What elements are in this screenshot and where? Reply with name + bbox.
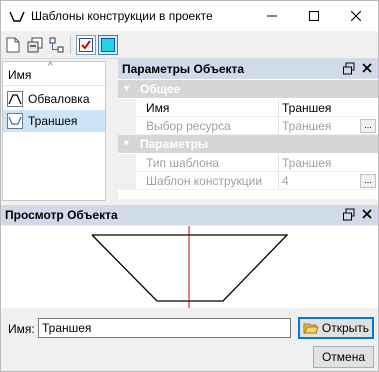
column-divider — [278, 99, 279, 117]
panel-close-icon[interactable] — [361, 208, 373, 220]
browse-resource-button[interactable]: ... — [360, 119, 376, 133]
list-item-embankment[interactable]: Обваловка — [3, 88, 105, 110]
title-bar: Шаблоны конструкции в проекте — [1, 1, 378, 31]
properties-title-bar: Параметры Объекта — [118, 59, 378, 79]
minimize-button[interactable] — [257, 1, 287, 31]
property-value: Траншея — [282, 156, 332, 170]
list-item-trench[interactable]: Траншея — [3, 110, 105, 132]
row-gutter — [118, 172, 136, 190]
property-name: Тип шаблона — [146, 156, 220, 170]
check-button[interactable] — [76, 35, 96, 55]
toolbar — [1, 31, 378, 59]
minimize-icon — [267, 15, 277, 17]
column-divider — [278, 117, 279, 135]
properties-panel: Параметры Объекта ▼ Общее Имя Траншея Вы… — [118, 59, 378, 199]
list-header[interactable]: ^ Имя — [3, 61, 105, 86]
trench-icon — [7, 113, 23, 129]
category-label: Общее — [140, 82, 181, 96]
float-window-icon[interactable] — [342, 62, 356, 76]
fill-icon — [101, 38, 115, 52]
category-parameters[interactable]: ▼ Параметры — [118, 135, 378, 153]
tree-icon — [49, 37, 64, 53]
embankment-icon — [7, 91, 23, 107]
cancel-button-label: Отмена — [321, 350, 366, 364]
properties-title: Параметры Объекта — [122, 62, 245, 76]
close-button[interactable] — [341, 1, 371, 31]
browse-template-button[interactable]: ... — [360, 174, 376, 188]
window-title: Шаблоны конструкции в проекте — [31, 9, 213, 23]
new-document-icon — [6, 37, 20, 53]
copy-icon — [27, 37, 43, 53]
open-button-label: Открыть — [321, 321, 370, 335]
maximize-button[interactable] — [299, 1, 329, 31]
toolbar-separator — [70, 36, 71, 54]
copy-button[interactable] — [25, 35, 45, 55]
dialog-window: Шаблоны конструкции в проекте ^ Имя Обва… — [0, 0, 379, 372]
app-icon — [9, 11, 25, 22]
property-name: Шаблон конструкции — [146, 174, 263, 188]
collapse-arrow-icon[interactable]: ▼ — [122, 83, 131, 93]
preview-title-bar: Просмотр Объекта — [1, 205, 378, 225]
property-row-name[interactable]: Имя Траншея — [118, 99, 378, 117]
name-label: Имя: — [8, 322, 35, 336]
row-gutter — [118, 154, 136, 172]
row-gutter — [118, 99, 136, 117]
float-window-icon[interactable] — [342, 208, 356, 222]
open-button[interactable]: Открыть — [298, 317, 374, 339]
folder-open-icon — [303, 323, 319, 334]
check-icon — [79, 38, 93, 52]
property-value: 4 — [282, 174, 289, 188]
category-general[interactable]: ▼ Общее — [118, 80, 378, 98]
property-row-template-type[interactable]: Тип шаблона Траншея — [118, 154, 378, 172]
column-divider — [278, 154, 279, 172]
property-row-resource[interactable]: Выбор ресурса Траншея ... — [118, 117, 378, 135]
name-input[interactable] — [38, 318, 291, 338]
new-button[interactable] — [3, 35, 23, 55]
maximize-icon — [309, 11, 319, 21]
template-list[interactable]: ^ Имя Обваловка Траншея — [2, 61, 106, 201]
sort-arrow-icon: ^ — [48, 61, 53, 72]
property-value: Траншея — [282, 119, 332, 133]
property-name: Имя — [146, 101, 170, 115]
category-label: Параметры — [140, 137, 209, 151]
column-divider — [278, 172, 279, 190]
fill-button[interactable] — [98, 35, 118, 55]
list-item-label: Обваловка — [28, 92, 90, 106]
property-value[interactable]: Траншея — [282, 101, 331, 115]
panel-close-icon[interactable] — [361, 62, 373, 74]
list-item-label: Траншея — [28, 114, 78, 128]
list-header-label: Имя — [8, 68, 32, 82]
cancel-button[interactable]: Отмена — [313, 346, 374, 368]
property-row-construction-template[interactable]: Шаблон конструкции 4 ... — [118, 172, 378, 190]
tree-button[interactable] — [47, 35, 67, 55]
trench-profile-drawing — [91, 226, 289, 308]
preview-canvas[interactable] — [1, 226, 378, 308]
row-gutter — [118, 117, 136, 135]
collapse-arrow-icon[interactable]: ▼ — [122, 138, 131, 148]
property-name: Выбор ресурса — [146, 119, 231, 133]
close-icon — [351, 11, 361, 21]
preview-title: Просмотр Объекта — [5, 208, 118, 222]
